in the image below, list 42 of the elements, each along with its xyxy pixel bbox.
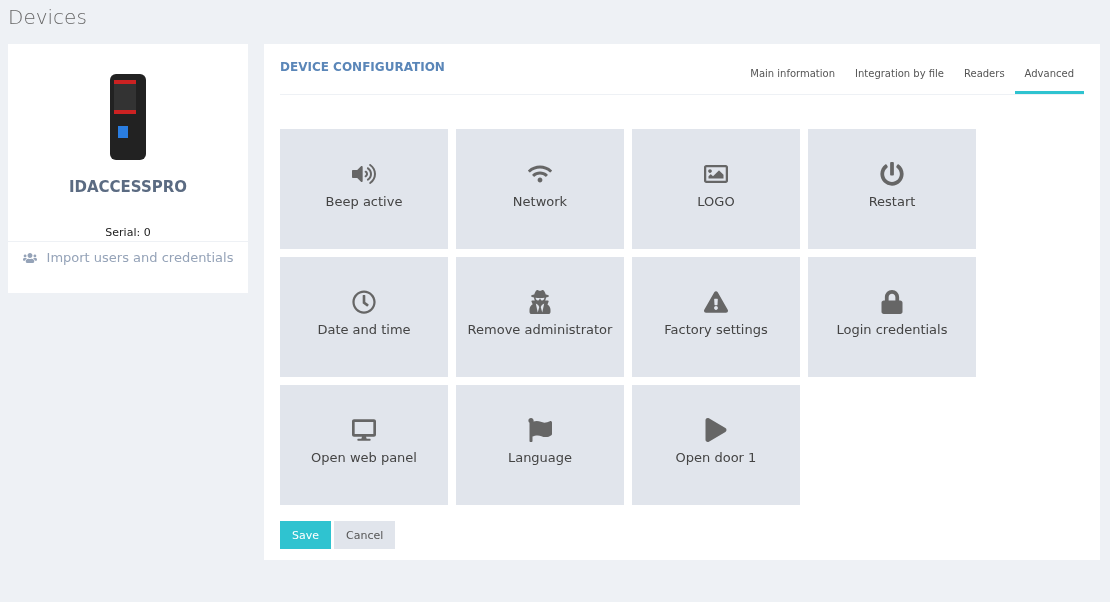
cancel-button[interactable]: Cancel (334, 521, 396, 549)
clock-icon (352, 290, 376, 314)
tile-label: Beep active (325, 194, 403, 209)
action-tile[interactable]: Restart (808, 129, 976, 249)
warning-icon (704, 290, 728, 314)
action-tile[interactable]: Beep active (280, 129, 448, 249)
tile-label: Login credentials (836, 322, 948, 337)
action-tile[interactable]: Factory settings (632, 257, 800, 377)
users-icon (22, 250, 37, 265)
tile-label: Factory settings (664, 322, 768, 337)
action-tile[interactable]: Open door 1 (632, 385, 800, 505)
tab[interactable]: Readers (954, 68, 1015, 94)
tile-label: Open door 1 (675, 450, 757, 465)
device-name: IDACCESSPRO (68, 178, 188, 196)
flag-icon (528, 418, 552, 442)
tab[interactable]: Main information (740, 68, 845, 94)
action-tile[interactable]: Login credentials (808, 257, 976, 377)
panel-title: DEVICE CONFIGURATION (280, 60, 445, 74)
page-title: Devices (8, 4, 88, 30)
speaker-icon (352, 162, 376, 186)
serial-number: Serial: 0 (105, 226, 151, 239)
action-tile[interactable]: Language (456, 385, 624, 505)
tile-label: Language (507, 450, 573, 465)
tab[interactable]: Advanced (1014, 68, 1084, 94)
spy-icon (528, 290, 552, 314)
tile-label: Remove administrator (467, 322, 613, 337)
lock-icon (880, 290, 904, 314)
action-tile[interactable]: Open web panel (280, 385, 448, 505)
action-tile[interactable]: LOGO (632, 129, 800, 249)
action-tile[interactable]: Network (456, 129, 624, 249)
tile-label: Open web panel (311, 450, 417, 465)
play-icon (704, 418, 728, 442)
tile-label: Restart (868, 194, 916, 209)
action-tile[interactable]: Date and time (280, 257, 448, 377)
image-icon (704, 162, 728, 186)
tile-label: Date and time (317, 322, 411, 337)
action-tile[interactable]: Remove administrator (456, 257, 624, 377)
tab[interactable]: Integration by file (845, 68, 954, 94)
monitor-icon (352, 418, 376, 442)
tile-label: Network (512, 194, 568, 209)
power-icon (880, 162, 904, 186)
tile-label: LOGO (697, 194, 735, 209)
